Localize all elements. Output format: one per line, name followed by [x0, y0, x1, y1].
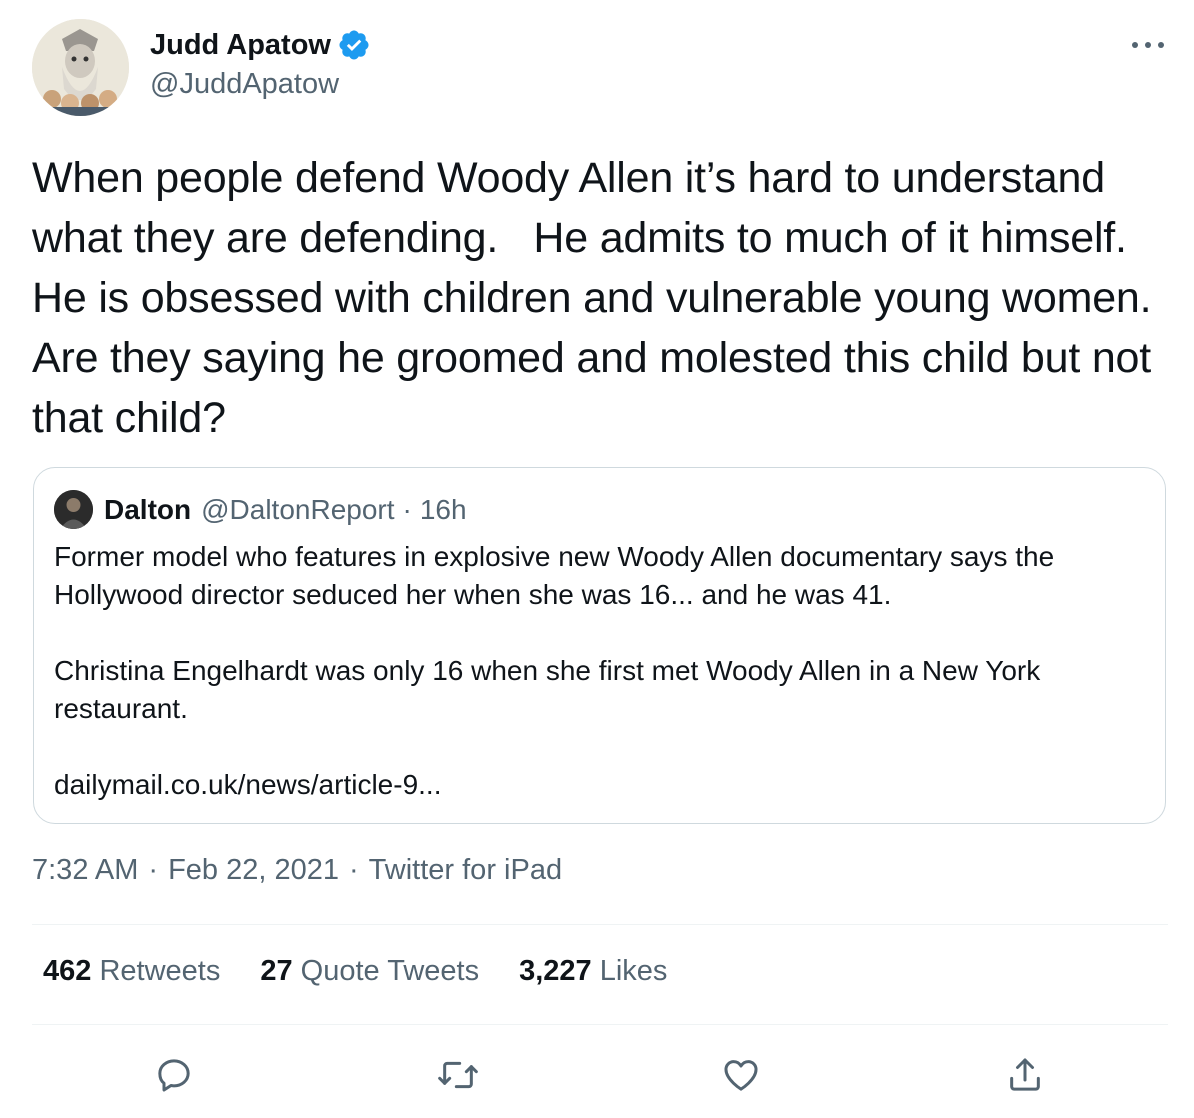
- tweet-stats: 462 Retweets 27 Quote Tweets 3,227 Likes: [43, 955, 707, 988]
- retweets-count: 462: [43, 955, 92, 987]
- author-name-text: Judd Apatow: [150, 28, 331, 61]
- tweet-time[interactable]: 7:32 AM: [32, 854, 138, 887]
- author-avatar[interactable]: [32, 19, 129, 116]
- more-options-button[interactable]: [1128, 28, 1168, 62]
- likes-label: Likes: [599, 955, 668, 987]
- tweet: Judd Apatow @JuddApatow When people defe…: [0, 0, 1194, 1118]
- meta-separator: ·: [349, 854, 359, 886]
- reply-icon: [158, 1059, 190, 1092]
- quote-tweets-stat[interactable]: 27 Quote Tweets: [260, 955, 479, 988]
- heart-icon: [724, 1060, 758, 1091]
- quote-tweets-count: 27: [260, 955, 293, 987]
- quoted-author-handle: @DaltonReport: [201, 493, 395, 525]
- more-horizontal-icon: [1132, 42, 1164, 48]
- retweet-icon: [438, 1061, 478, 1089]
- tweet-actions: [0, 1050, 1194, 1100]
- divider: [32, 1024, 1168, 1025]
- quoted-tweet-text: Former model who features in explosive n…: [54, 541, 1055, 800]
- retweet-button[interactable]: [433, 1050, 483, 1100]
- tweet-date[interactable]: Feb 22, 2021: [168, 854, 339, 887]
- tweet-source[interactable]: Twitter for iPad: [369, 854, 562, 887]
- tweet-metadata: 7:32 AM · Feb 22, 2021 · Twitter for iPa…: [32, 854, 562, 887]
- retweets-stat[interactable]: 462 Retweets: [43, 955, 220, 988]
- meta-separator: ·: [148, 854, 159, 886]
- quote-tweets-label: Quote Tweets: [300, 955, 480, 987]
- likes-stat[interactable]: 3,227 Likes: [519, 955, 667, 988]
- quoted-author-avatar: [54, 490, 93, 529]
- quoted-separator: ·: [402, 493, 412, 525]
- likes-count: 3,227: [519, 955, 592, 987]
- reply-button[interactable]: [149, 1050, 199, 1100]
- author-name[interactable]: Judd Apatow: [150, 28, 371, 62]
- like-button[interactable]: [716, 1050, 766, 1100]
- share-button[interactable]: [1000, 1050, 1050, 1100]
- divider: [32, 924, 1168, 925]
- quoted-tweet[interactable]: Dalton @DaltonReport · 16h Former model …: [33, 467, 1166, 824]
- author-handle[interactable]: @JuddApatow: [150, 68, 339, 101]
- share-icon: [1010, 1058, 1040, 1091]
- tweet-text: When people defend Woody Allen it’s hard…: [32, 154, 1173, 442]
- retweets-label: Retweets: [99, 955, 221, 987]
- quoted-author-name: Dalton: [104, 493, 192, 525]
- quoted-tweet-header: Dalton @DaltonReport · 16h: [54, 490, 467, 529]
- quoted-timestamp: 16h: [419, 493, 467, 525]
- verified-badge-icon: [337, 28, 371, 62]
